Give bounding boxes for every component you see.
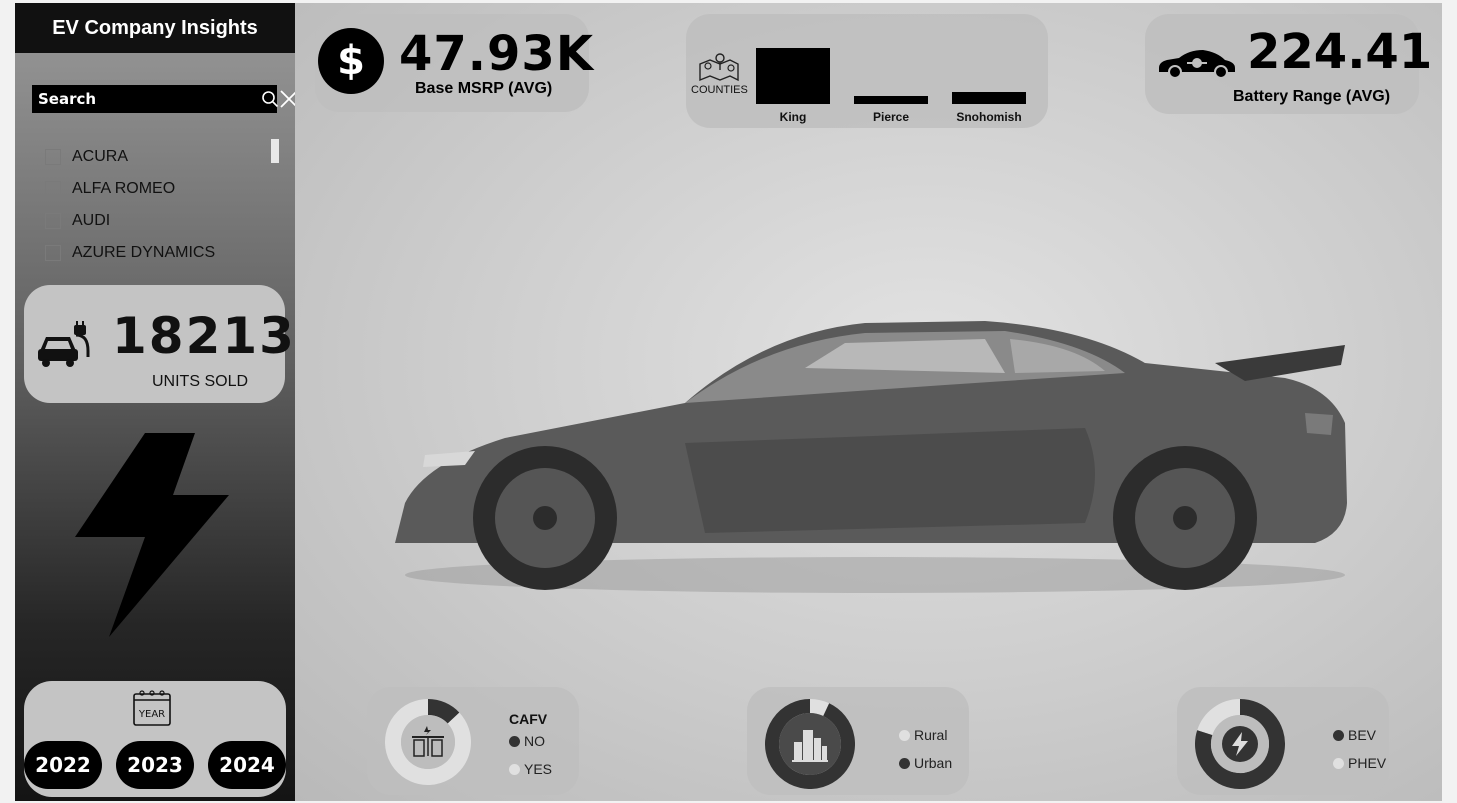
brand-item[interactable]: AZURE DYNAMICS bbox=[45, 237, 275, 269]
ev-type-donut-chart bbox=[1195, 699, 1285, 789]
year-button-2024[interactable]: 2024 bbox=[208, 741, 286, 789]
cafv-legend: CAFV NO YES bbox=[509, 711, 552, 783]
brand-item[interactable]: AUDI bbox=[45, 205, 275, 237]
legend-dot bbox=[899, 757, 910, 769]
sports-car-image bbox=[385, 303, 1365, 607]
legend-item-yes[interactable]: YES bbox=[509, 755, 552, 783]
brand-item[interactable]: ALFA ROMEO bbox=[45, 173, 275, 205]
year-button-2022[interactable]: 2022 bbox=[24, 741, 102, 789]
legend-label: PHEV bbox=[1348, 755, 1387, 771]
calendar-icon-text: YEAR bbox=[138, 709, 165, 720]
cafv-legend-title: CAFV bbox=[509, 711, 548, 727]
ev-charging-car-icon bbox=[36, 321, 92, 375]
search-icon[interactable] bbox=[261, 85, 279, 113]
legend-label: Rural bbox=[914, 727, 948, 743]
county-label: Pierce bbox=[872, 110, 910, 124]
legend-dot bbox=[899, 729, 910, 741]
county-label: Snohomish bbox=[956, 110, 1022, 124]
battery-kpi-card: 224.41 Battery Range (AVG) bbox=[1145, 14, 1432, 114]
county-label: King bbox=[779, 110, 807, 124]
units-sold-card: 182137 UNITS SOLD bbox=[24, 285, 331, 403]
counties-icon-label: COUNTIES bbox=[691, 84, 748, 96]
brand-item[interactable]: ACURA bbox=[45, 141, 275, 173]
legend-item-phev[interactable]: PHEV bbox=[1333, 749, 1386, 777]
legend-item-bev[interactable]: BEV bbox=[1333, 721, 1386, 749]
county-bar-pierce[interactable] bbox=[854, 96, 928, 104]
brand-search bbox=[32, 85, 298, 113]
dollar-icon: $ bbox=[318, 28, 384, 94]
report-title: EV Company Insights bbox=[15, 3, 295, 53]
brand-checkbox[interactable] bbox=[45, 245, 61, 261]
msrp-label: Base MSRP (AVG) bbox=[415, 80, 553, 97]
ev-type-donut-card: BEV PHEV bbox=[1177, 687, 1389, 795]
year-button-2023[interactable]: 2023 bbox=[116, 741, 194, 789]
brand-list-scrollbar[interactable] bbox=[271, 139, 279, 163]
year-buttons: 2022 2023 2024 bbox=[24, 741, 286, 789]
main-canvas: $ 47.93K Base MSRP (AVG) COUNTIES King Pi… bbox=[295, 3, 1442, 801]
year-filter-card: YEAR 2022 2023 2024 bbox=[24, 681, 286, 797]
ev-type-legend: BEV PHEV bbox=[1333, 721, 1386, 777]
lightning-bolt-icon bbox=[73, 429, 233, 643]
county-bar-king[interactable] bbox=[756, 48, 830, 104]
legend-dot bbox=[1333, 757, 1344, 769]
legend-dot bbox=[1333, 729, 1344, 741]
calendar-icon: YEAR bbox=[132, 689, 172, 731]
battery-range-label: Battery Range (AVG) bbox=[1233, 88, 1391, 105]
map-pin-icon bbox=[698, 52, 740, 86]
legend-label: Urban bbox=[914, 755, 953, 771]
legend-item-urban[interactable]: Urban bbox=[899, 749, 952, 777]
counties-chart-card: COUNTIES King Pierce Snohomish bbox=[686, 14, 1048, 128]
lightning-bolt-icon bbox=[1222, 726, 1258, 762]
brand-checkbox[interactable] bbox=[45, 213, 61, 229]
legend-item-no[interactable]: NO bbox=[509, 727, 552, 755]
cafv-donut-chart bbox=[385, 699, 471, 785]
units-sold-label: UNITS SOLD bbox=[152, 373, 249, 390]
area-donut-card: Rural Urban bbox=[747, 687, 969, 795]
legend-dot bbox=[509, 763, 520, 775]
legend-label: BEV bbox=[1348, 727, 1377, 743]
sidebar: EV Company Insights ACURA ALFA ROMEO AUD… bbox=[15, 3, 331, 801]
ev-car-icon bbox=[1157, 46, 1237, 84]
legend-item-rural[interactable]: Rural bbox=[899, 721, 952, 749]
brand-checkbox[interactable] bbox=[45, 149, 61, 165]
brand-label: AZURE DYNAMICS bbox=[72, 244, 216, 261]
legend-label: YES bbox=[524, 761, 553, 777]
brand-label: ACURA bbox=[72, 148, 129, 165]
report-canvas: EV Company Insights ACURA ALFA ROMEO AUD… bbox=[15, 3, 1442, 801]
battery-range-value: 224.41 bbox=[1247, 24, 1433, 80]
search-input[interactable] bbox=[32, 85, 261, 113]
cafv-donut-card: CAFV NO YES bbox=[367, 687, 579, 795]
brand-checkbox[interactable] bbox=[45, 181, 61, 197]
msrp-value: 47.93K bbox=[399, 26, 595, 82]
area-donut-chart bbox=[765, 699, 855, 789]
msrp-kpi-card: $ 47.93K Base MSRP (AVG) bbox=[315, 14, 593, 112]
brand-slicer-list: ACURA ALFA ROMEO AUDI AZURE DYNAMICS bbox=[45, 141, 275, 269]
area-legend: Rural Urban bbox=[899, 721, 952, 777]
legend-label: NO bbox=[524, 733, 545, 749]
brand-label: ALFA ROMEO bbox=[72, 180, 176, 197]
donut-slice-rural[interactable] bbox=[809, 699, 830, 717]
brand-label: AUDI bbox=[72, 212, 111, 229]
legend-dot bbox=[509, 735, 520, 747]
county-bar-snohomish[interactable] bbox=[952, 92, 1026, 104]
